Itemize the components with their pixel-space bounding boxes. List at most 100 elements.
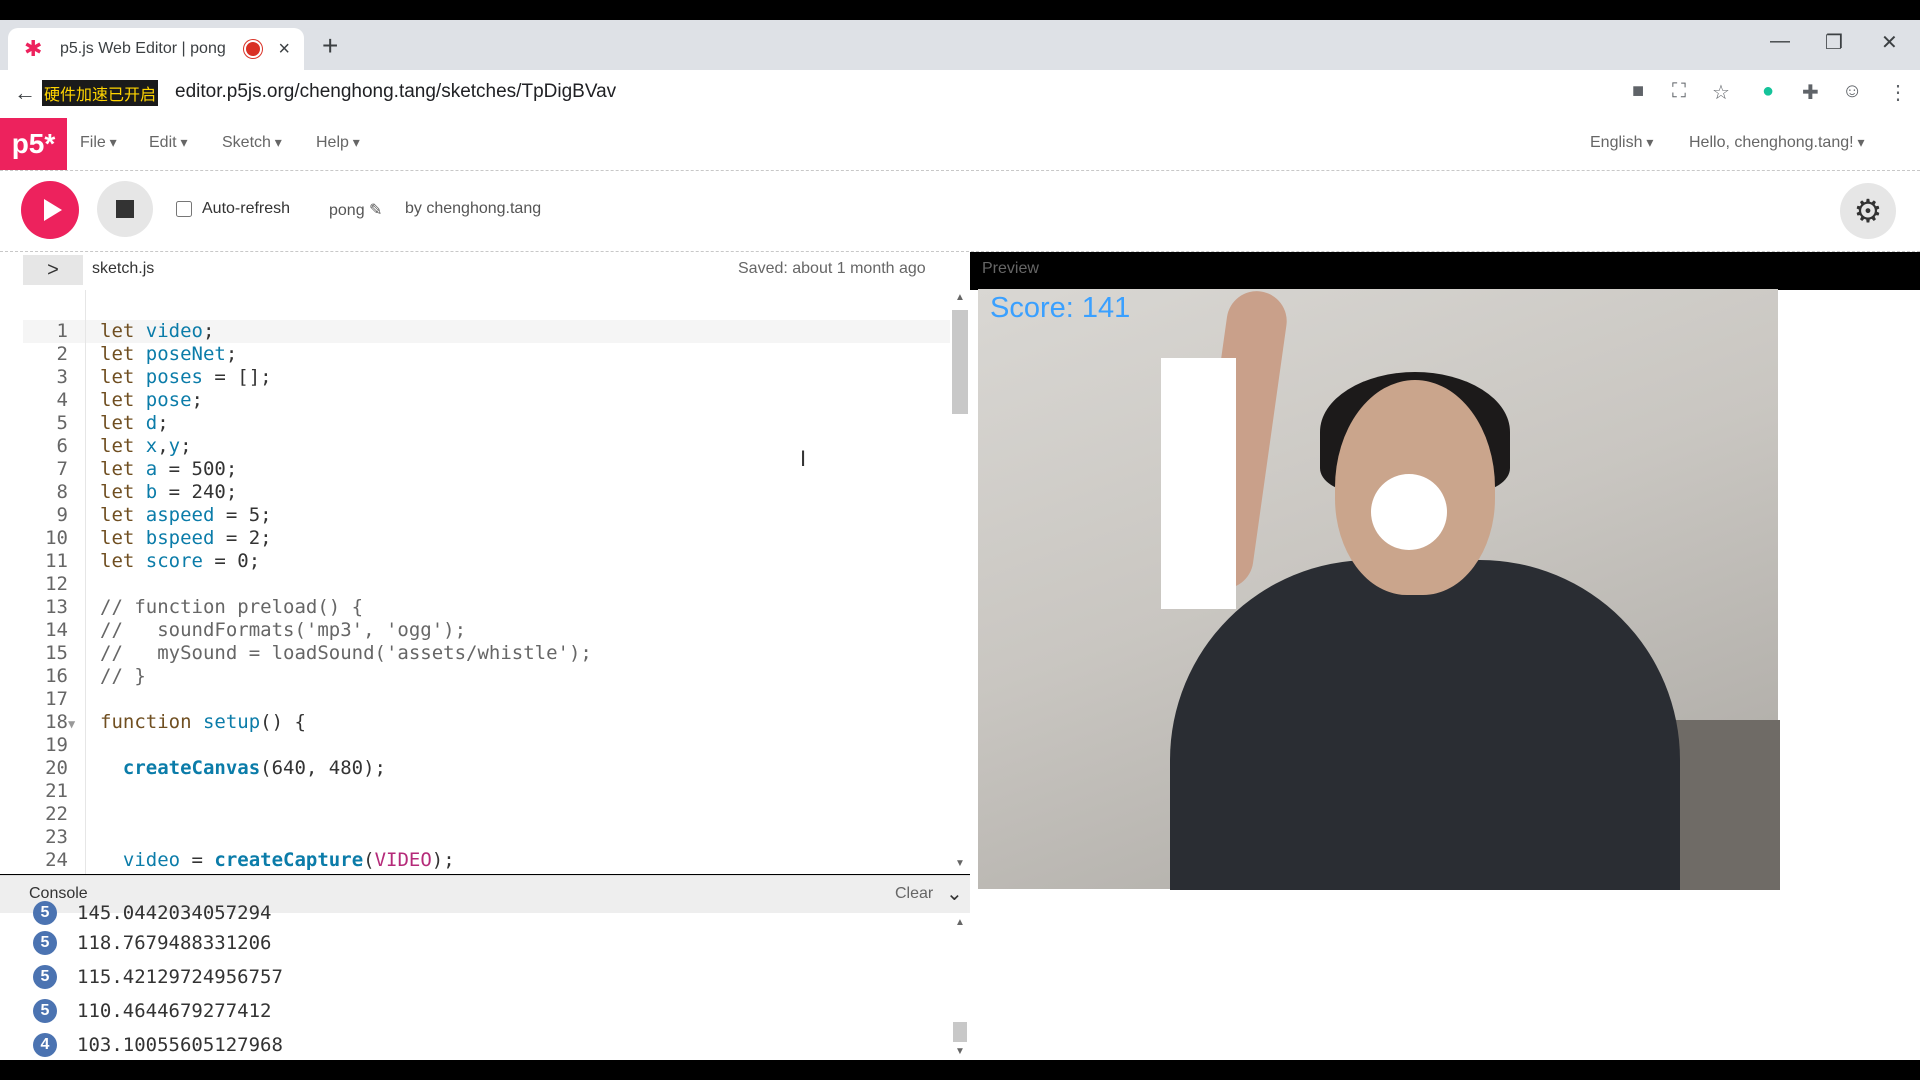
line-number: 12	[45, 573, 68, 595]
code-token: let	[100, 550, 146, 572]
code-token: let	[100, 389, 146, 411]
repeat-count-badge: 5	[33, 965, 57, 989]
code-text: let pose;	[100, 389, 203, 412]
editor-scroll-thumb[interactable]	[952, 310, 968, 414]
code-line[interactable]: 15 // mySound = loadSound('assets/whistle…	[23, 642, 592, 665]
line-number: 18	[45, 711, 68, 733]
code-text: let poses = [];	[100, 366, 272, 389]
code-line[interactable]: 14 // soundFormats('mp3', 'ogg');	[23, 619, 466, 642]
code-line[interactable]: 2 let poseNet;	[23, 343, 238, 366]
code-line[interactable]: 11 let score = 0;	[23, 550, 260, 573]
menu-sketch[interactable]: Sketch	[222, 134, 282, 152]
code-token: let	[100, 412, 146, 434]
console-value: 118.7679488331206	[77, 932, 272, 954]
camera-icon[interactable]: ■	[1632, 80, 1644, 103]
code-line[interactable]: 13 // function preload() {	[23, 596, 363, 619]
profile-icon[interactable]: ☺	[1842, 80, 1862, 103]
code-line[interactable]: 10 let bspeed = 2;	[23, 527, 272, 550]
code-token: createCapture	[214, 849, 364, 871]
code-line[interactable]: 3 let poses = [];	[23, 366, 272, 389]
text-cursor-icon: I	[800, 446, 807, 471]
code-line[interactable]: 4 let pose;	[23, 389, 203, 412]
sketch-owner: by chenghong.tang	[405, 200, 542, 217]
tab-close-button[interactable]: ×	[278, 38, 290, 61]
expand-sidebar-button[interactable]: >	[23, 255, 83, 285]
code-token: // soundFormats('mp3', 'ogg');	[100, 619, 467, 641]
grammarly-icon[interactable]: ●	[1762, 80, 1774, 103]
score-text: Score: 141	[990, 292, 1131, 324]
code-line[interactable]: 5 let d;	[23, 412, 169, 435]
chevron-right-icon: >	[47, 258, 59, 281]
user-menu[interactable]: Hello, chenghong.tang!	[1689, 134, 1865, 152]
auto-refresh-checkbox[interactable]	[176, 201, 192, 217]
fold-arrow-icon[interactable]: ▼	[68, 713, 80, 736]
extensions-icon[interactable]: ✚	[1802, 80, 1819, 105]
code-token: let	[100, 527, 146, 549]
code-line[interactable]: 19	[23, 734, 100, 757]
code-token: let	[100, 435, 146, 457]
language-select[interactable]: English	[1590, 134, 1653, 152]
console-scroll-thumb[interactable]	[953, 1022, 967, 1042]
menu-help[interactable]: Help	[316, 134, 360, 152]
back-arrow-icon[interactable]: ←	[14, 80, 36, 106]
bookmark-star-icon[interactable]: ☆	[1712, 80, 1730, 105]
console-clear-button[interactable]: Clear	[895, 885, 933, 903]
close-window-button[interactable]: ✕	[1881, 30, 1898, 55]
code-token: poses	[145, 366, 203, 388]
menu-file[interactable]: File	[80, 134, 117, 152]
console-scroll-down-icon[interactable]: ▼	[955, 1046, 965, 1057]
play-button[interactable]	[21, 181, 79, 239]
settings-gear-button[interactable]: ⚙	[1840, 183, 1896, 239]
code-token: = [];	[202, 366, 272, 388]
p5-logo[interactable]: p5*	[0, 118, 67, 170]
code-text: let d;	[100, 412, 169, 435]
line-number: 23	[45, 826, 68, 848]
console-row: 5 110.4644679277412	[33, 995, 271, 1027]
url-field[interactable]: editor.p5js.org/chenghong.tang/sketches/…	[175, 81, 616, 103]
code-line[interactable]: 23	[23, 826, 100, 849]
code-line[interactable]: 16 // }	[23, 665, 146, 688]
code-line[interactable]: 17	[23, 688, 100, 711]
code-line[interactable]: 8 let b = 240;	[23, 481, 238, 504]
code-token: function	[100, 711, 203, 733]
stop-button[interactable]	[97, 181, 153, 237]
code-line[interactable]: 12	[23, 573, 100, 596]
repeat-count-badge: 5	[33, 901, 57, 925]
collapse-console-chevron-icon[interactable]: ⌄	[946, 881, 963, 906]
scroll-down-icon[interactable]: ▼	[955, 858, 965, 869]
code-token: let	[100, 504, 146, 526]
restore-button[interactable]: ❐	[1825, 30, 1843, 55]
code-line[interactable]: 24 video = createCapture(VIDEO);	[23, 849, 455, 872]
code-line[interactable]: 1 let video;	[23, 320, 226, 343]
code-token: a	[145, 458, 158, 480]
browser-tab[interactable]: ✱ p5.js Web Editor | pong ×	[8, 28, 304, 70]
repeat-count-badge: 5	[33, 999, 57, 1023]
code-token: = 5;	[214, 504, 272, 526]
minimize-button[interactable]: —	[1770, 30, 1790, 53]
code-text: let poseNet;	[100, 343, 237, 366]
code-line[interactable]: 9 let aspeed = 5;	[23, 504, 272, 527]
code-text: let b = 240;	[100, 481, 237, 504]
sketch-name[interactable]: pong ✎	[329, 200, 382, 220]
code-text: video = createCapture(VIDEO);	[100, 849, 455, 872]
code-line[interactable]: 22	[23, 803, 100, 826]
tab-title: p5.js Web Editor | pong	[60, 40, 226, 57]
menu-edit[interactable]: Edit	[149, 134, 188, 152]
code-line[interactable]: 21	[23, 780, 100, 803]
code-line[interactable]: 20 createCanvas(640, 480);	[23, 757, 386, 780]
code-line[interactable]: 6 let x,y;	[23, 435, 192, 458]
code-line[interactable]: 7 let a = 500;	[23, 458, 238, 481]
new-tab-button[interactable]: +	[322, 30, 338, 62]
scroll-up-icon[interactable]: ▲	[955, 292, 965, 303]
translate-icon[interactable]: ⛶	[1672, 80, 1686, 103]
code-line[interactable]: 18▼ function setup() {	[23, 711, 306, 734]
auto-refresh-toggle[interactable]: Auto-refresh	[176, 200, 290, 218]
code-text: function setup() {	[100, 711, 306, 734]
code-text: let video;	[100, 320, 226, 343]
line-number: 21	[45, 780, 68, 802]
console-scroll-up-icon[interactable]: ▲	[955, 917, 965, 928]
repeat-count-badge: 4	[33, 1033, 57, 1057]
browser-menu-icon[interactable]: ⋮	[1888, 80, 1908, 105]
gear-icon: ⚙	[1853, 193, 1883, 229]
